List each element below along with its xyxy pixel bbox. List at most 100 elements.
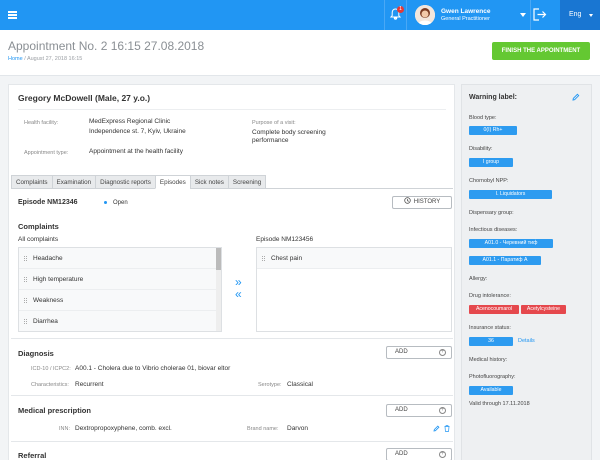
infectious-badge: A01.1 - Паратиф A (469, 256, 541, 265)
list-item-label: Diarrhea (33, 318, 58, 325)
characteristics-label: Characteristics: (31, 382, 69, 388)
warning-label-title: Warning label: (469, 94, 517, 101)
health-facility-label: Health facility: (24, 120, 59, 126)
purpose-line1: Complete body screening (252, 129, 326, 136)
tab-sick-notes[interactable]: Sick notes (189, 175, 229, 189)
chornobyl-label: Chornobyl NPP: (469, 178, 509, 184)
history-button[interactable]: HISTORY (392, 196, 452, 209)
user-role: General Practitioner (441, 16, 490, 22)
history-icon (404, 197, 411, 204)
episode-title: Episode NM12346 (18, 199, 78, 206)
health-facility-name: MedExpress Regional Clinic (89, 118, 171, 125)
tab-screening[interactable]: Screening (227, 175, 267, 189)
drag-handle-icon[interactable] (24, 277, 27, 282)
list-item[interactable]: Chest pain (257, 248, 451, 269)
list-item[interactable]: High temperature (19, 269, 221, 290)
tab-bar: Complaints Examination Diagnostic report… (11, 175, 267, 189)
menu-icon[interactable] (8, 11, 17, 19)
disability-label: Disability: (469, 146, 493, 152)
drag-handle-icon[interactable] (24, 298, 27, 303)
language-label: Eng (569, 11, 582, 18)
notifications-button[interactable]: 1 (384, 0, 406, 30)
insurance-label: Insurance status: (469, 325, 511, 331)
user-name: Gwen Lawrence (441, 8, 491, 15)
list-item-label: Headache (33, 255, 63, 262)
top-bar: 1 Gwen Lawrence General Practitioner Eng (0, 0, 600, 30)
all-complaints-list[interactable]: Headache High temperature Weakness Diarr… (18, 247, 222, 332)
scrollbar[interactable] (216, 248, 221, 331)
medical-history-label: Medical history: (469, 357, 508, 363)
chevron-down-icon (520, 13, 526, 17)
move-left-icon[interactable]: « (235, 288, 242, 300)
chornobyl-badge: I. Liquidators (469, 190, 552, 199)
health-facility-address: Independence st. 7, Kyiv, Ukraine (89, 128, 186, 135)
delete-icon[interactable] (444, 425, 450, 432)
notification-badge: 1 (397, 6, 404, 13)
allergy-label: Allergy: (469, 276, 488, 282)
insurance-badge: 36 (469, 337, 513, 346)
appointment-type-label: Appointment type: (24, 150, 69, 156)
all-complaints-label: All complaints (18, 236, 59, 243)
inn-label: INN: (59, 426, 70, 432)
user-menu[interactable]: Gwen Lawrence General Practitioner (406, 0, 531, 30)
episode-status-text: Open (113, 200, 128, 206)
language-selector[interactable]: Eng (560, 0, 600, 30)
logout-button[interactable] (533, 8, 547, 23)
photofluorography-badge: Available (469, 386, 513, 395)
valid-through-text: Valid through 17.11.2018 (469, 401, 530, 407)
warning-label-panel: Warning label: Blood type: 0(I) Rh+ Disa… (461, 84, 592, 460)
page-header: Appointment No. 2 16:15 27.08.2018 Home … (0, 30, 600, 76)
breadcrumb-current: / August 27, 2018 16:15 (24, 56, 83, 62)
add-button-label: ADD (395, 349, 408, 355)
drag-handle-icon[interactable] (262, 256, 265, 261)
logout-icon (533, 8, 547, 21)
appointment-type-value: Appointment at the health facility (89, 148, 183, 155)
purpose-line2: performance (252, 137, 289, 144)
tab-diagnostic-reports[interactable]: Diagnostic reports (95, 175, 156, 189)
list-item[interactable]: Weakness (19, 290, 221, 311)
history-button-label: HISTORY (413, 199, 441, 205)
prescription-title: Medical prescription (18, 406, 91, 415)
tab-complaints[interactable]: Complaints (11, 175, 53, 189)
transfer-arrows: » « (235, 276, 242, 300)
list-item[interactable]: Headache (19, 248, 221, 269)
edit-icon[interactable] (572, 93, 580, 101)
episode-complaints-label: Episode NM123456 (256, 236, 314, 243)
avatar (415, 5, 435, 25)
appointment-card: Gregory McDowell (Male, 27 y.o.) Health … (8, 84, 455, 460)
page-title: Appointment No. 2 16:15 27.08.2018 (8, 39, 205, 53)
photofluorography-label: Photofluorography: (469, 374, 516, 380)
diagnosis-title: Diagnosis (18, 349, 54, 358)
list-item[interactable]: Diarrhea (19, 311, 221, 331)
disability-badge: I group (469, 158, 513, 167)
blood-type-badge: 0(I) Rh+ (469, 126, 517, 135)
divider (11, 441, 453, 442)
purpose-label: Purpose of a visit: (252, 120, 296, 126)
infectious-badge: A01.0 - Черевний тиф (469, 239, 553, 248)
referral-add-button[interactable]: ADD + (386, 448, 452, 460)
infectious-label: Infectious diseases: (469, 227, 518, 233)
tab-episodes[interactable]: Episodes (154, 175, 191, 189)
drag-handle-icon[interactable] (24, 256, 27, 261)
plus-icon: + (439, 451, 446, 458)
list-item-label: High temperature (33, 276, 84, 283)
plus-icon: + (439, 349, 446, 356)
insurance-details-link[interactable]: Details (518, 338, 535, 344)
add-button-label: ADD (395, 407, 408, 413)
episode-status: Open (104, 200, 128, 206)
diagnosis-add-button[interactable]: ADD + (386, 346, 452, 359)
divider (18, 109, 446, 110)
drag-handle-icon[interactable] (24, 319, 27, 324)
episode-complaints-list[interactable]: Chest pain (256, 247, 452, 332)
inn-value: Dextropropoxyphene, comb. excl. (75, 425, 172, 432)
finish-appointment-button[interactable]: FINISH THE APPOINTMENT (492, 42, 590, 60)
breadcrumb: Home / August 27, 2018 16:15 (8, 56, 82, 62)
breadcrumb-home[interactable]: Home (8, 56, 23, 62)
list-item-label: Chest pain (271, 255, 303, 262)
tab-examination[interactable]: Examination (51, 175, 97, 189)
list-item-label: Weakness (33, 297, 64, 304)
complaints-title: Complaints (18, 222, 59, 231)
prescription-add-button[interactable]: ADD + (386, 404, 452, 417)
chevron-down-icon (589, 14, 593, 17)
edit-icon[interactable] (433, 425, 440, 432)
